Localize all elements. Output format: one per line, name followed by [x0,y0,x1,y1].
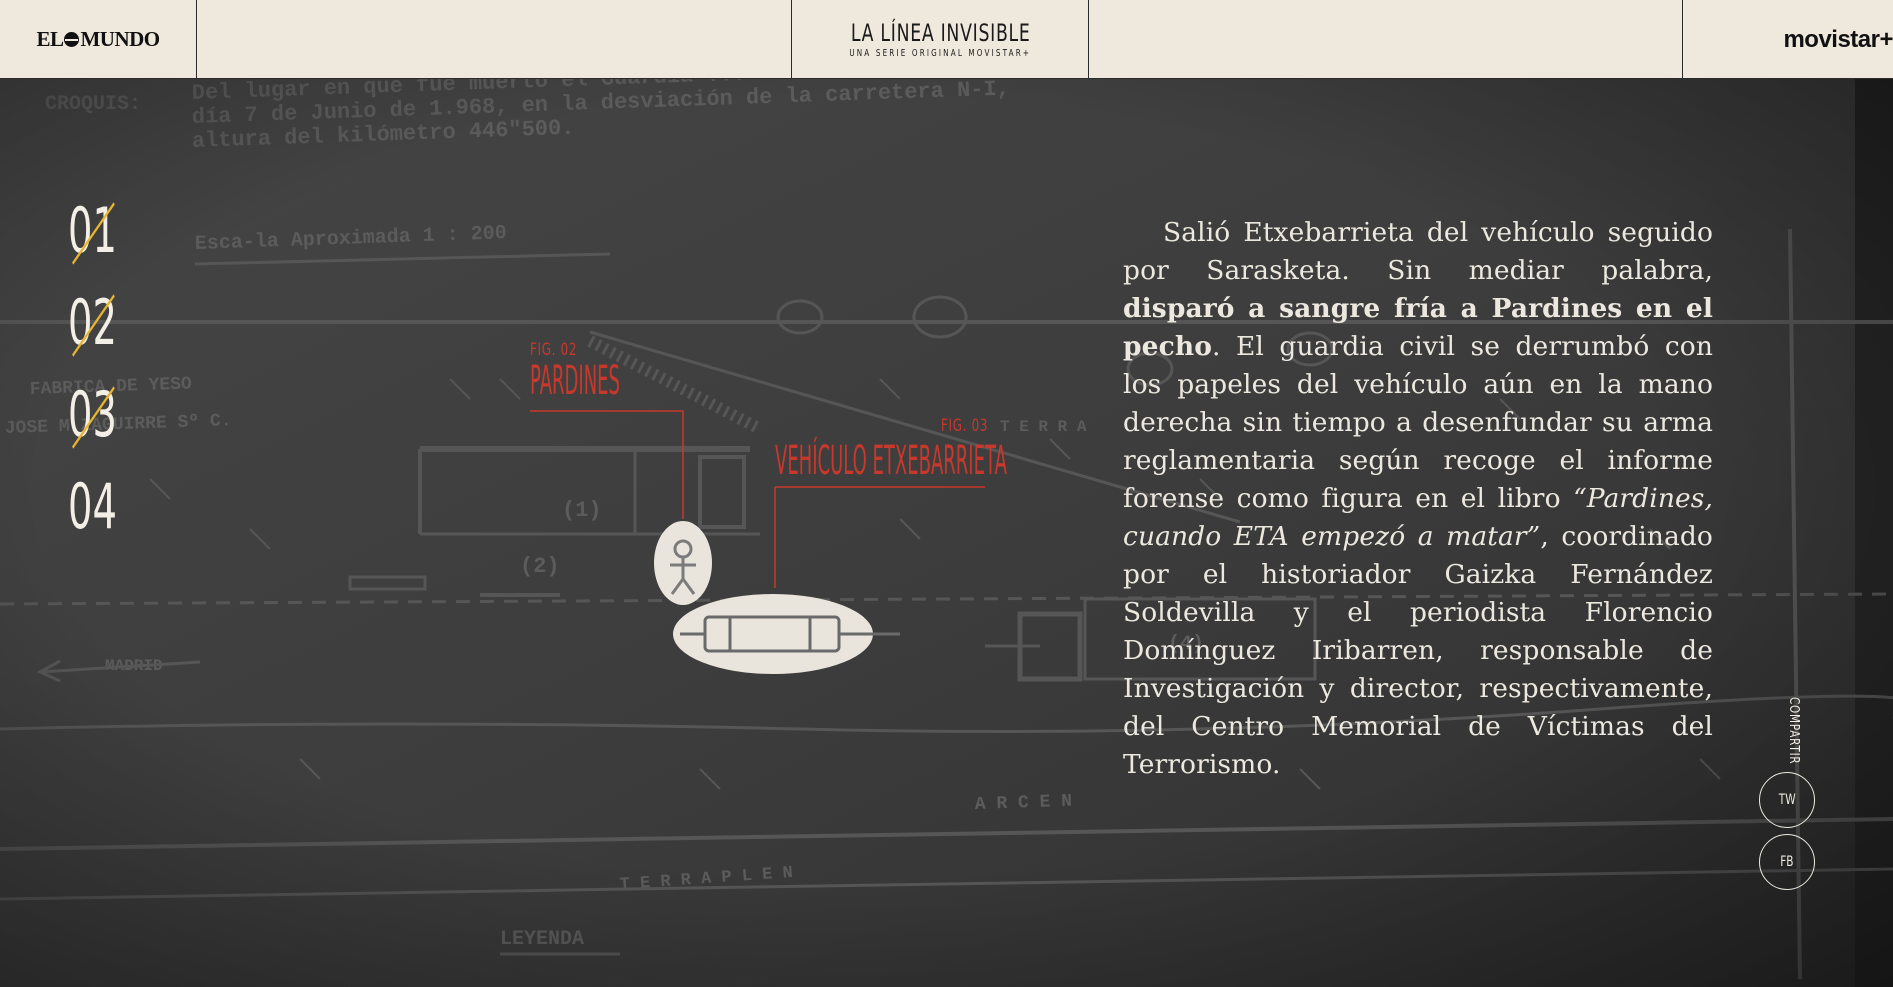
share-label: COMPARTIR [1786,697,1801,765]
fig03-name: VEHÍCULO ETXEBARRIETA [775,438,1007,484]
header-spacer-left [197,0,793,79]
series-title: LA LÍNEA INVISIBLE [850,19,1031,47]
doc-arcen: A R C E N [975,792,1073,815]
twitter-share-button[interactable]: TW [1759,772,1815,828]
text-run: , coordinado por el historiador Gaizka F… [1123,521,1713,780]
doc-mark-2: (2) [520,554,560,579]
chapter-nav: 01 02 03 04 [68,196,148,564]
chapter-01[interactable]: 01 [68,196,118,288]
doc-leyenda: LEYENDA [500,928,584,951]
text-run: Salió Etxebarrieta del vehículo seguido … [1123,217,1713,286]
elmundo-logo-el: EL [36,27,64,51]
globe-icon [64,32,80,47]
header-spacer-right [1089,0,1684,79]
site-header: EL MUNDO LA LÍNEA INVISIBLE UNA SERIE ORI… [0,0,1893,79]
elmundo-logo-mundo: MUNDO [80,27,160,51]
movistar-logo-cell[interactable]: movistar+ [1683,0,1893,79]
fig02-label: FIG. 02 PARDINES [530,340,730,402]
doc-mark-1: (1) [562,498,602,523]
chapter-number: 04 [68,470,117,543]
facebook-label: FB [1780,854,1794,870]
fig02-name: PARDINES [530,358,620,404]
doc-croquis: CROQUIS: [45,93,141,116]
fig03-number: FIG. 03 [941,416,989,436]
elmundo-logo[interactable]: EL MUNDO [36,27,160,52]
twitter-label: TW [1778,792,1796,808]
article-text: Salió Etxebarrieta del vehículo seguido … [1123,214,1713,784]
series-subtitle: UNA SERIE ORIGINAL MOVISTAR+ [849,48,1032,59]
facebook-share-button[interactable]: FB [1759,834,1815,890]
chapter-02[interactable]: 02 [68,288,118,380]
series-title-cell[interactable]: LA LÍNEA INVISIBLE UNA SERIE ORIGINAL MO… [792,0,1090,79]
fig02-number: FIG. 02 [530,340,578,360]
movistar-logo[interactable]: movistar+ [1783,26,1893,54]
chapter-03[interactable]: 03 [68,380,118,472]
elmundo-logo-cell[interactable]: EL MUNDO [0,0,198,79]
article-paragraph: Salió Etxebarrieta del vehículo seguido … [1123,214,1713,784]
chapter-04[interactable]: 04 [68,472,118,564]
